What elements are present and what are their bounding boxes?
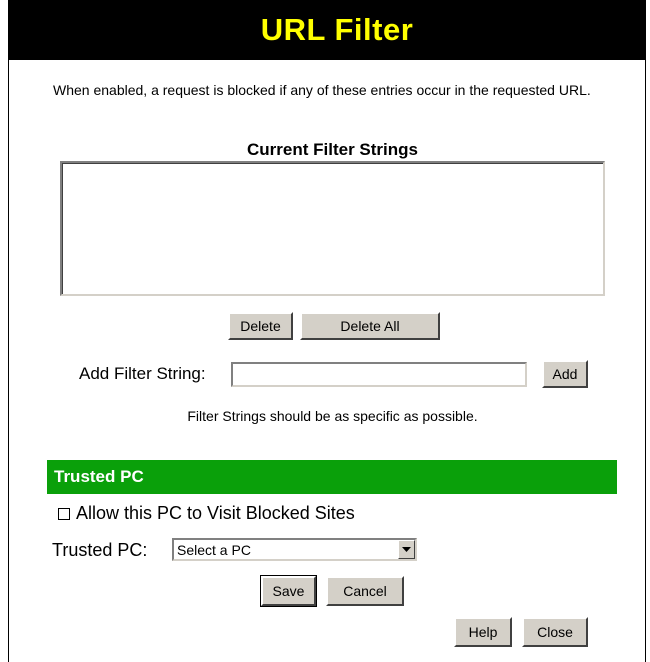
trusted-pc-heading: Trusted PC	[54, 467, 144, 486]
page-title: URL Filter	[260, 12, 414, 47]
cancel-button[interactable]: Cancel	[326, 576, 404, 606]
intro-text: When enabled, a request is blocked if an…	[53, 82, 591, 98]
trusted-pc-select[interactable]: Select a PC	[172, 538, 417, 561]
filter-list-heading: Current Filter Strings	[247, 140, 418, 159]
allow-pc-row: Allow this PC to Visit Blocked Sites	[58, 503, 355, 524]
filter-hint: Filter Strings should be as specific as …	[187, 408, 478, 424]
trusted-pc-section-header: Trusted PC	[47, 460, 617, 494]
close-button[interactable]: Close	[522, 617, 588, 647]
delete-all-button[interactable]: Delete All	[300, 312, 440, 340]
help-button[interactable]: Help	[454, 617, 512, 647]
add-filter-input[interactable]	[231, 362, 527, 387]
allow-pc-checkbox[interactable]	[58, 507, 70, 520]
add-filter-label: Add Filter String:	[79, 364, 206, 383]
filter-strings-list[interactable]	[60, 161, 605, 296]
allow-pc-label[interactable]: Allow this PC to Visit Blocked Sites	[76, 503, 355, 524]
trusted-pc-selected-value: Select a PC	[177, 541, 251, 558]
chevron-down-icon[interactable]	[398, 540, 415, 559]
add-button[interactable]: Add	[542, 360, 588, 388]
delete-button[interactable]: Delete	[228, 312, 293, 340]
save-button[interactable]: Save	[260, 575, 317, 607]
page-title-bar: URL Filter	[8, 0, 646, 60]
trusted-pc-label: Trusted PC:	[52, 540, 148, 560]
